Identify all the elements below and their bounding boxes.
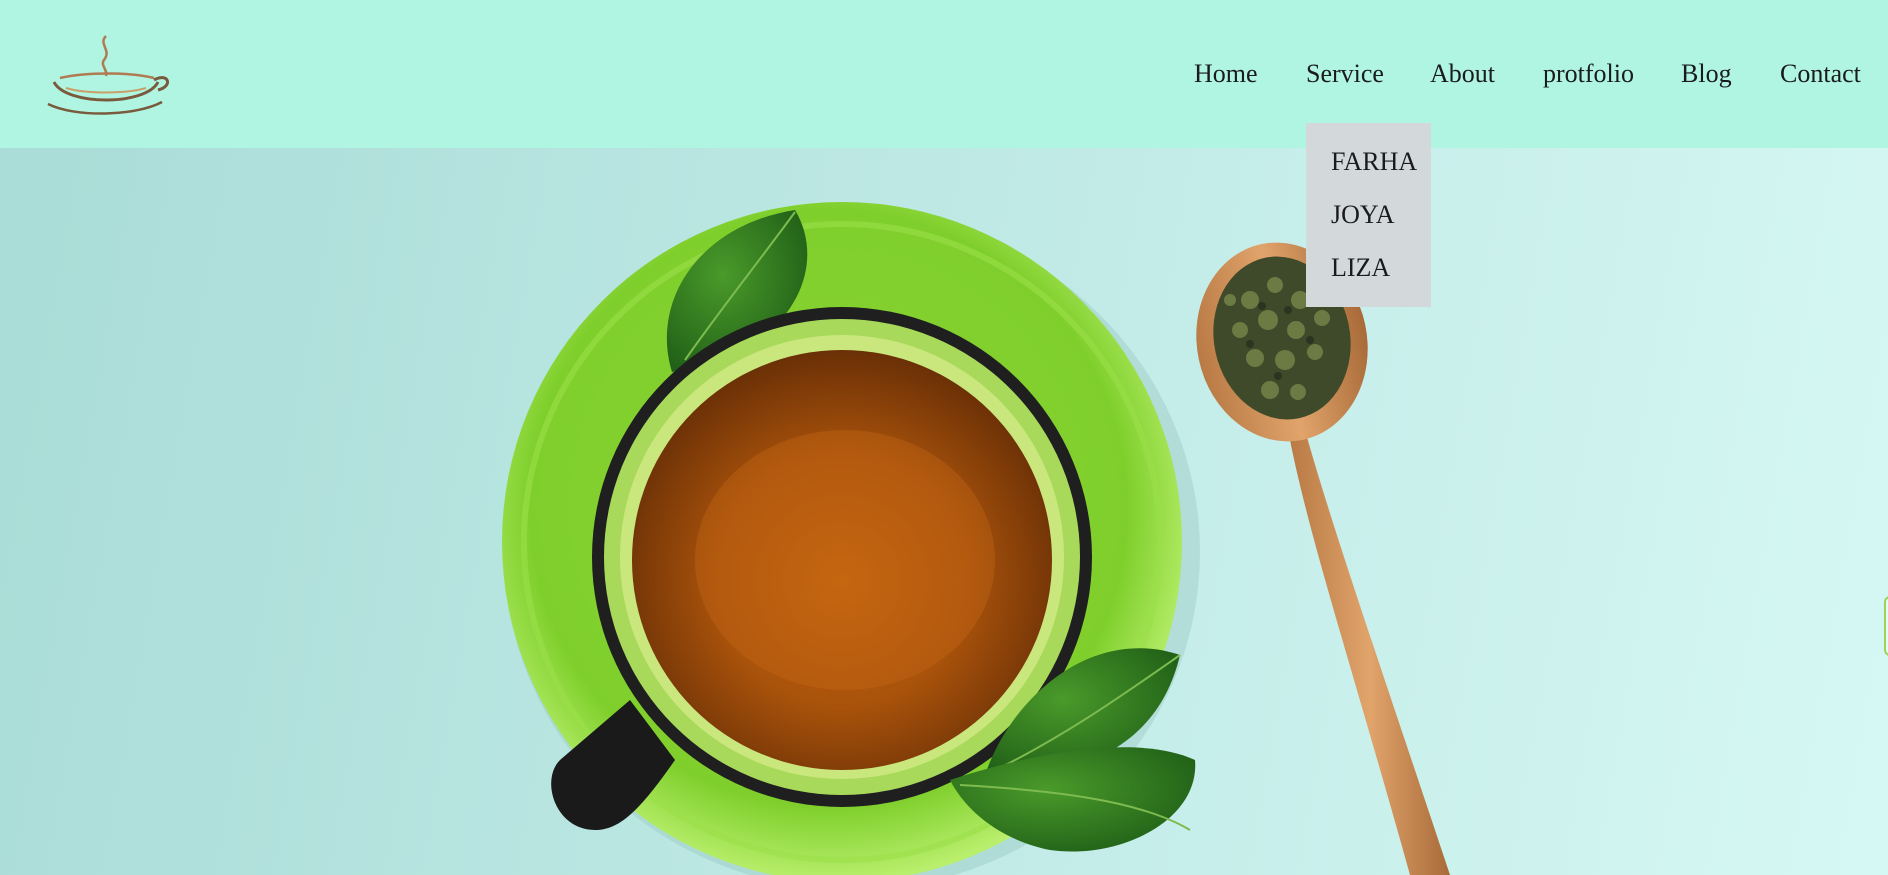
tea-cup-logo-icon[interactable] — [46, 32, 172, 118]
nav-item-service[interactable]: Service — [1306, 57, 1384, 91]
dropdown-item-farha[interactable]: FARHA — [1331, 145, 1417, 179]
service-dropdown-menu: FARHA JOYA LIZA — [1306, 123, 1431, 307]
nav-item-blog[interactable]: Blog — [1681, 57, 1732, 91]
nav-item-contact[interactable]: Contact — [1780, 57, 1861, 91]
side-edge-tab[interactable] — [1884, 596, 1888, 656]
nav-item-portfolio[interactable]: protfolio — [1543, 57, 1634, 91]
dropdown-item-joya[interactable]: JOYA — [1331, 198, 1395, 232]
nav-item-about[interactable]: About — [1430, 57, 1495, 91]
dropdown-item-liza[interactable]: LIZA — [1331, 251, 1390, 285]
site-header: Home Service About protfolio Blog Contac… — [0, 0, 1888, 148]
nav-item-home[interactable]: Home — [1194, 57, 1258, 91]
